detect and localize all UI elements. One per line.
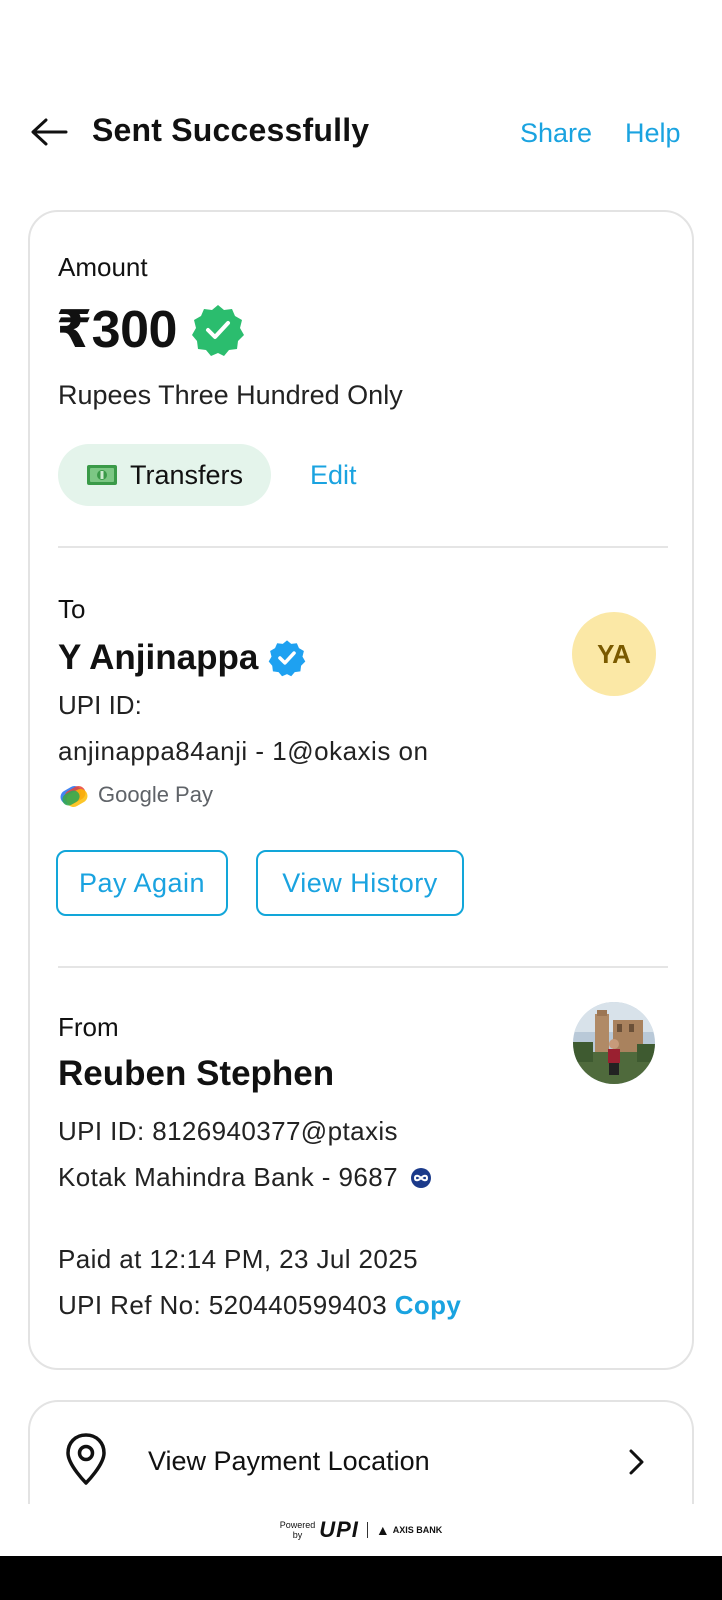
paid-at-timestamp: Paid at 12:14 PM, 23 Jul 2025 [58,1244,418,1274]
bank-logo-icon [410,1167,431,1188]
view-history-button[interactable]: View History [256,850,464,916]
payment-app-row: Google Pay [58,782,213,808]
payment-app-name: Google Pay [98,782,213,807]
recipient-name: Y Anjinappa [58,638,259,677]
powered-by-text: Powered by [279,1520,316,1540]
footer-separator [366,1522,368,1538]
sender-bank-row: Kotak Mahindra Bank - 9687 [58,1162,432,1193]
upi-ref-number: UPI Ref No: 520440599403 [58,1290,388,1320]
amount-label: Amount [58,252,148,282]
sender-photo-image [573,1002,655,1084]
transaction-card: Amount ₹300 Rupees Three Hundred Only Tr… [28,210,694,1370]
amount-value: ₹300 [56,301,177,359]
axis-bank-logo: ▲ AXIS BANK [375,1522,443,1538]
google-pay-icon [60,786,88,807]
recipient-name-row: Y Anjinappa [58,638,306,678]
back-arrow-icon [31,118,68,146]
sender-name: Reuben Stephen [58,1054,335,1093]
upi-ref-row: UPI Ref No: 520440599403 Copy [58,1290,461,1321]
help-button[interactable]: Help [625,118,681,149]
sender-avatar [573,1002,655,1084]
share-button[interactable]: Share [520,118,592,149]
page-title: Sent Successfully [92,112,370,148]
category-label: Transfers [130,459,244,490]
pay-again-button[interactable]: Pay Again [56,850,228,916]
amount-in-words: Rupees Three Hundred Only [58,380,403,410]
powered-by-footer: Powered by UPI ▲ AXIS BANK [0,1504,722,1556]
verified-blue-icon [269,640,306,677]
recipient-upi-label: UPI ID: [58,690,142,720]
chevron-right-icon [629,1449,644,1475]
category-chip[interactable]: Transfers [58,444,272,506]
to-label: To [58,594,86,624]
view-payment-location-row[interactable]: View Payment Location [28,1400,694,1510]
top-app-bar: Sent Successfully Share Help [0,100,722,166]
verified-green-icon [191,305,244,356]
divider [58,966,668,968]
from-label: From [58,1012,119,1042]
sender-upi-id: UPI ID: 8126940377@ptaxis [58,1116,398,1146]
axis-mark-icon: ▲ [375,1522,390,1538]
edit-category-link[interactable]: Edit [310,460,357,491]
amount-row: ₹300 [56,300,245,360]
sender-bank: Kotak Mahindra Bank - 9687 [58,1162,398,1192]
divider [58,546,668,548]
view-payment-location-label: View Payment Location [148,1446,430,1476]
copy-ref-button[interactable]: Copy [395,1290,462,1320]
back-button[interactable] [28,114,70,150]
upi-logo: UPI [319,1517,359,1542]
cash-icon [87,465,117,485]
system-navigation-bar [0,1556,722,1600]
recipient-upi-id: anjinappa84anji - 1@okaxis on [58,736,429,766]
location-pin-icon [66,1433,106,1485]
recipient-avatar: YA [572,612,656,696]
